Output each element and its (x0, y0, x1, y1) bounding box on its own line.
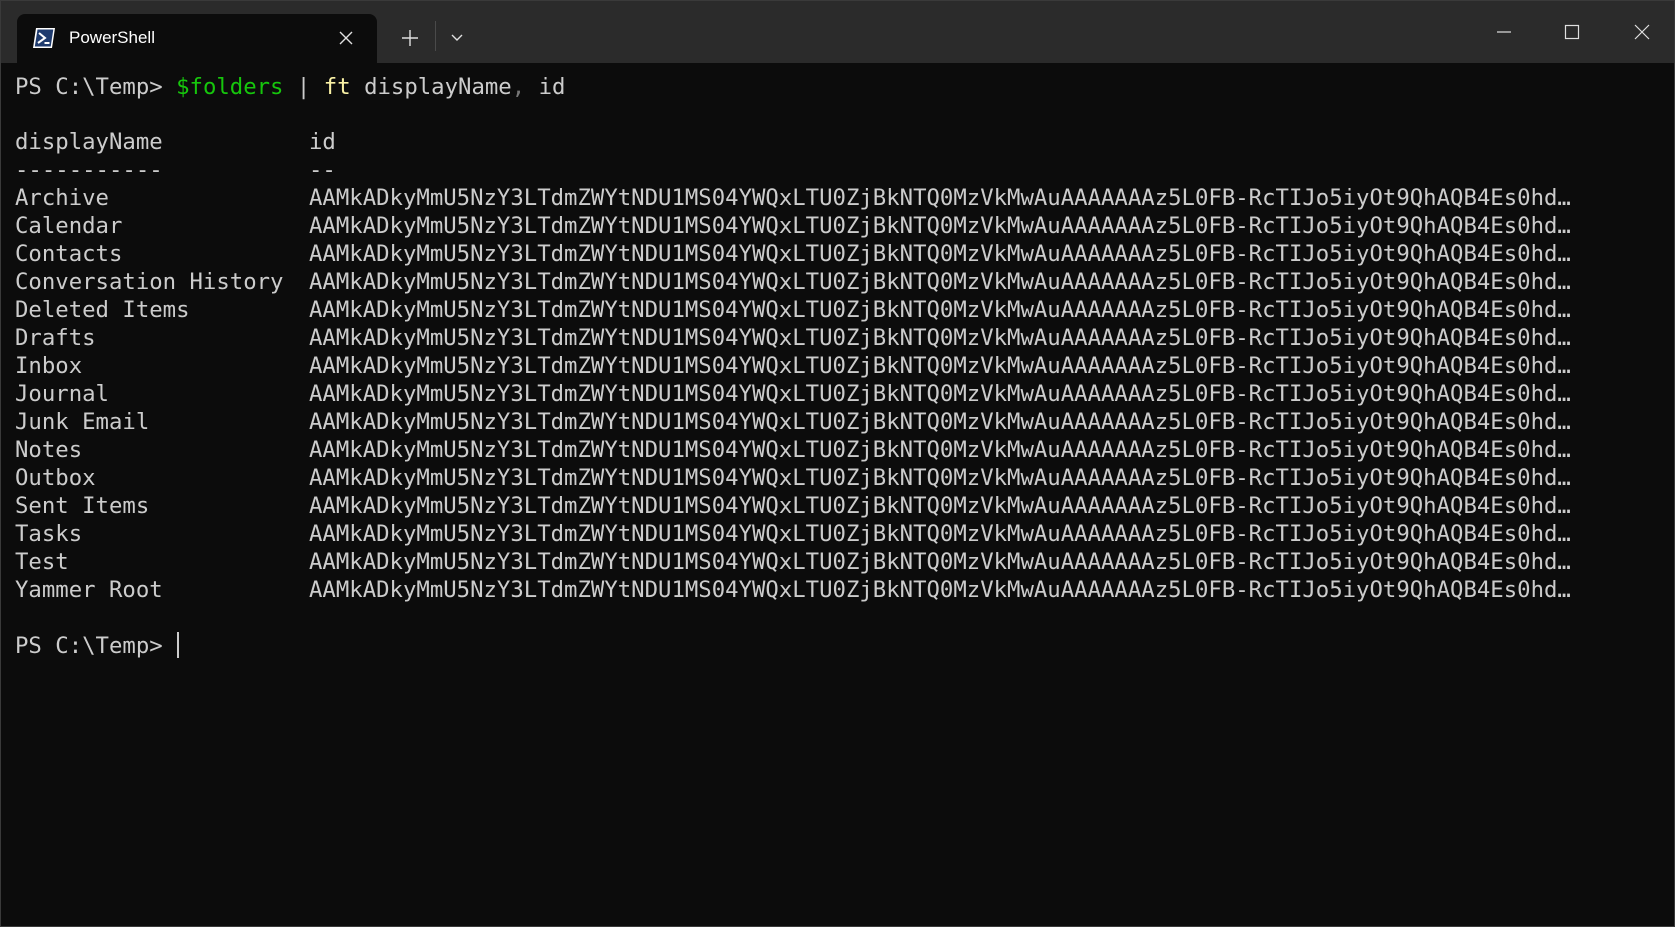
prompt: PS C:\Temp> (15, 633, 177, 659)
row-id: AAMkADkyMmU5NzY3LTdmZWYtNDU1MS04YWQxLTU0… (309, 577, 1571, 603)
close-icon[interactable] (335, 27, 357, 49)
row-name: Conversation History (15, 269, 284, 295)
row-id: AAMkADkyMmU5NzY3LTdmZWYtNDU1MS04YWQxLTU0… (309, 213, 1571, 239)
comma-token: , (511, 74, 526, 100)
row-id: AAMkADkyMmU5NzY3LTdmZWYtNDU1MS04YWQxLTU0… (309, 325, 1571, 351)
row-id: AAMkADkyMmU5NzY3LTdmZWYtNDU1MS04YWQxLTU0… (309, 269, 1571, 295)
header-id: id (309, 129, 336, 155)
header-displayname: displayName (15, 129, 163, 155)
row-name: Deleted Items (15, 297, 190, 323)
row-name: Archive (15, 185, 109, 211)
terminal-window: PowerShell PS C:\Temp> $folders | ft dis… (0, 0, 1675, 927)
tab-powershell[interactable]: PowerShell (17, 14, 377, 63)
row-name: Journal (15, 381, 109, 407)
variable-token: $folders (176, 74, 284, 100)
row-id: AAMkADkyMmU5NzY3LTdmZWYtNDU1MS04YWQxLTU0… (309, 409, 1571, 435)
row-name: Outbox (15, 465, 96, 491)
row-name: Tasks (15, 521, 83, 547)
row-name: Drafts (15, 325, 96, 351)
row-name: Contacts (15, 241, 123, 267)
row-name: Inbox (15, 353, 83, 379)
cmdlet-token: ft (323, 74, 351, 100)
header-underline: -- (309, 157, 336, 183)
maximize-icon[interactable] (1549, 11, 1595, 53)
console-output[interactable]: PS C:\Temp> $folders | ft displayName, i… (1, 63, 1674, 926)
row-id: AAMkADkyMmU5NzY3LTdmZWYtNDU1MS04YWQxLTU0… (309, 241, 1571, 267)
row-id: AAMkADkyMmU5NzY3LTdmZWYtNDU1MS04YWQxLTU0… (309, 465, 1571, 491)
titlebar-separator (435, 21, 436, 51)
chevron-down-icon[interactable] (444, 25, 470, 51)
arg-token: id (525, 74, 566, 100)
header-underline: ----------- (15, 157, 163, 183)
final-prompt-line[interactable]: PS C:\Temp> (15, 632, 180, 660)
tab-title: PowerShell (69, 28, 155, 47)
row-name: Calendar (15, 213, 123, 239)
row-name: Notes (15, 437, 83, 463)
row-name: Yammer Root (15, 577, 163, 603)
title-bar[interactable]: PowerShell (1, 1, 1674, 63)
row-name: Junk Email (15, 409, 150, 435)
row-id: AAMkADkyMmU5NzY3LTdmZWYtNDU1MS04YWQxLTU0… (309, 493, 1571, 519)
row-id: AAMkADkyMmU5NzY3LTdmZWYtNDU1MS04YWQxLTU0… (309, 185, 1571, 211)
powershell-icon (33, 28, 55, 48)
minimize-icon[interactable] (1481, 11, 1527, 53)
plus-icon[interactable] (397, 25, 423, 51)
pipe-token: | (283, 74, 324, 100)
close-window-icon[interactable] (1619, 11, 1665, 53)
arg-token: displayName (350, 74, 512, 100)
row-id: AAMkADkyMmU5NzY3LTdmZWYtNDU1MS04YWQxLTU0… (309, 437, 1571, 463)
row-id: AAMkADkyMmU5NzY3LTdmZWYtNDU1MS04YWQxLTU0… (309, 521, 1571, 547)
command-line: PS C:\Temp> $folders | ft displayName, i… (15, 73, 565, 101)
row-name: Test (15, 549, 69, 575)
row-id: AAMkADkyMmU5NzY3LTdmZWYtNDU1MS04YWQxLTU0… (309, 381, 1571, 407)
row-id: AAMkADkyMmU5NzY3LTdmZWYtNDU1MS04YWQxLTU0… (309, 297, 1571, 323)
row-id: AAMkADkyMmU5NzY3LTdmZWYtNDU1MS04YWQxLTU0… (309, 549, 1571, 575)
prompt: PS C:\Temp> (15, 74, 177, 100)
row-name: Sent Items (15, 493, 150, 519)
row-id: AAMkADkyMmU5NzY3LTdmZWYtNDU1MS04YWQxLTU0… (309, 353, 1571, 379)
text-cursor (177, 632, 180, 658)
